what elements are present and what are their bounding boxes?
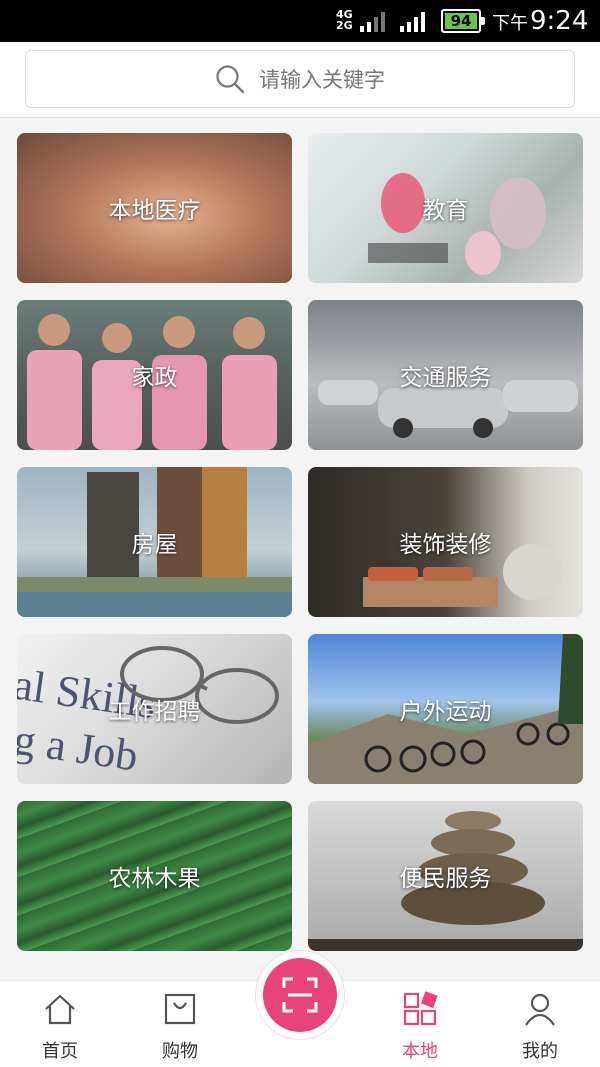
status-bar: 4G 2G 94 下午9:24 [0, 0, 600, 42]
nav-home[interactable]: 首页 [0, 981, 120, 1067]
nav-mine-label: 我的 [522, 1041, 558, 1062]
scan-button-wrap [255, 950, 345, 1040]
category-tile-jobs[interactable]: al Skills g a Job 工作招聘 [17, 634, 292, 784]
category-label: 教育 [422, 198, 469, 224]
category-label: 房屋 [131, 532, 178, 558]
search-header: 请输入关键字 [0, 42, 600, 118]
category-label: 交通服务 [399, 365, 492, 391]
nav-local-label: 本地 [402, 1041, 438, 1062]
category-tile-outdoor[interactable]: 户外运动 [308, 634, 583, 784]
network-type-2g: 2G [336, 19, 353, 32]
category-tile-decoration[interactable]: 装饰装修 [308, 467, 583, 617]
nav-mine[interactable]: 我的 [480, 981, 600, 1067]
battery-icon: 94 [441, 9, 485, 33]
nav-home-label: 首页 [42, 1041, 78, 1062]
category-label: 户外运动 [399, 699, 492, 725]
category-label: 工作招聘 [108, 699, 201, 725]
search-placeholder: 请输入关键字 [259, 68, 385, 92]
scan-button[interactable] [263, 958, 337, 1032]
battery-level: 94 [450, 12, 472, 30]
search-input[interactable]: 请输入关键字 [25, 50, 575, 108]
search-icon [216, 65, 245, 94]
user-icon [525, 993, 555, 1026]
category-tile-convenience[interactable]: 便民服务 [308, 801, 583, 951]
local-grid-icon [403, 991, 438, 1026]
category-tile-housekeeping[interactable]: 家政 [17, 300, 292, 450]
signal-strength-icon-sim1 [360, 10, 385, 32]
category-label: 家政 [131, 365, 178, 391]
category-tile-education[interactable]: 教育 [308, 133, 583, 283]
home-icon [45, 994, 75, 1025]
clock-period: 下午 [492, 13, 528, 34]
clock: 下午9:24 [492, 6, 588, 39]
category-tile-transport[interactable]: 交通服务 [308, 300, 583, 450]
clock-time: 9:24 [530, 6, 589, 36]
category-label: 本地医疗 [108, 198, 201, 224]
nav-shopping[interactable]: 购物 [120, 981, 240, 1067]
nav-local[interactable]: 本地 [360, 981, 480, 1067]
category-tile-agriculture[interactable]: 农林木果 [17, 801, 292, 951]
category-label: 装饰装修 [399, 532, 492, 558]
scan-icon [282, 977, 318, 1013]
category-tile-housing[interactable]: 房屋 [17, 467, 292, 617]
nav-shopping-label: 购物 [162, 1041, 198, 1062]
network-type: 4G 2G [336, 9, 353, 31]
category-tile-medical[interactable]: 本地医疗 [17, 133, 292, 283]
category-label: 便民服务 [399, 866, 492, 892]
category-grid: 本地医疗 教育 家政 交通服务 房屋 装饰装修 al Skills g a Jo… [0, 118, 600, 980]
shopping-bag-icon [164, 993, 196, 1025]
signal-strength-icon-sim2 [400, 10, 425, 32]
category-label: 农林木果 [108, 866, 201, 892]
